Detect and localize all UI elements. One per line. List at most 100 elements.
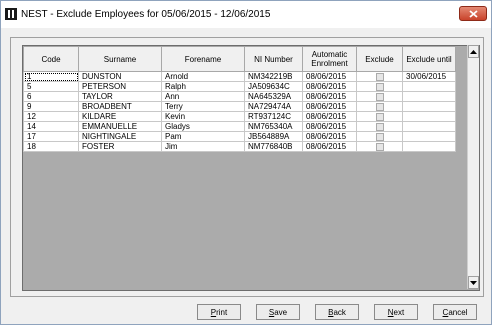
exclude-until-cell[interactable] — [402, 91, 456, 102]
forename-cell[interactable]: Jim — [161, 141, 245, 152]
enrolment-date-cell[interactable]: 08/06/2015 — [302, 111, 357, 122]
ni-number-cell[interactable]: NA645329A — [244, 91, 303, 102]
exclude-checkbox[interactable] — [375, 142, 384, 151]
nest-app-icon — [5, 8, 17, 20]
cancel-button-label: ancel — [448, 307, 468, 317]
exclude-until-cell[interactable] — [402, 81, 456, 92]
ni-number-cell[interactable]: NM342219B — [244, 71, 303, 82]
exclude-until-cell[interactable] — [402, 141, 456, 152]
table-row[interactable]: 5 PETERSON Ralph JA509634C 08/06/2015 — [23, 81, 456, 92]
enrolment-date-cell[interactable]: 08/06/2015 — [302, 101, 357, 112]
code-cell[interactable]: 14 — [23, 121, 79, 132]
column-header-surname[interactable]: Surname — [78, 46, 162, 72]
forename-cell[interactable]: Arnold — [161, 71, 245, 82]
forename-cell[interactable]: Kevin — [161, 111, 245, 122]
exclude-checkbox[interactable] — [375, 102, 384, 111]
exclude-checkbox[interactable] — [375, 72, 384, 81]
code-cell[interactable]: 9 — [23, 101, 79, 112]
table-row[interactable]: 14 EMMANUELLE Gladys NM765340A 08/06/2015 — [23, 121, 456, 132]
exclude-until-cell[interactable] — [402, 131, 456, 142]
exclude-checkbox[interactable] — [375, 122, 384, 131]
window-title: NEST - Exclude Employees for 05/06/2015 … — [21, 9, 271, 20]
ni-number-cell[interactable]: JB564889A — [244, 131, 303, 142]
table-row[interactable]: 6 TAYLOR Ann NA645329A 08/06/2015 — [23, 91, 456, 102]
surname-cell[interactable]: NIGHTINGALE — [78, 131, 162, 142]
enrolment-date-cell[interactable]: 08/06/2015 — [302, 141, 357, 152]
exclude-checkbox[interactable] — [375, 112, 384, 121]
code-cell[interactable]: 6 — [23, 91, 79, 102]
exclude-checkbox-cell[interactable] — [356, 111, 403, 122]
surname-cell[interactable]: KILDARE — [78, 111, 162, 122]
column-header-exclude[interactable]: Exclude — [356, 46, 403, 72]
enrolment-date-cell[interactable]: 08/06/2015 — [302, 131, 357, 142]
surname-cell[interactable]: TAYLOR — [78, 91, 162, 102]
surname-cell[interactable]: DUNSTON — [78, 71, 162, 82]
employee-table: Code Surname Forename NI Number Automati… — [23, 46, 456, 152]
surname-cell[interactable]: BROADBENT — [78, 101, 162, 112]
scroll-up-button[interactable] — [468, 45, 479, 58]
title-bar: NEST - Exclude Employees for 05/06/2015 … — [1, 1, 491, 28]
scroll-down-button[interactable] — [468, 276, 479, 289]
exclude-checkbox-cell[interactable] — [356, 121, 403, 132]
cancel-button[interactable]: Cancel — [433, 304, 477, 320]
next-button[interactable]: Next — [374, 304, 418, 320]
code-cell[interactable]: 12 — [23, 111, 79, 122]
table-row[interactable]: 17 NIGHTINGALE Pam JB564889A 08/06/2015 — [23, 131, 456, 142]
column-header-forename[interactable]: Forename — [161, 46, 245, 72]
exclude-checkbox-cell[interactable] — [356, 81, 403, 92]
exclude-checkbox-cell[interactable] — [356, 71, 403, 82]
forename-cell[interactable]: Terry — [161, 101, 245, 112]
code-cell[interactable]: 18 — [23, 141, 79, 152]
column-header-exclude-until[interactable]: Exclude until — [402, 46, 456, 72]
save-button[interactable]: Save — [256, 304, 300, 320]
print-button[interactable]: Print — [197, 304, 241, 320]
table-row[interactable]: 1 DUNSTON Arnold NM342219B 08/06/2015 30/06/2… — [23, 71, 456, 82]
table-header-row: Code Surname Forename NI Number Automati… — [23, 46, 456, 72]
print-button-label: rint — [216, 307, 228, 317]
exclude-checkbox-cell[interactable] — [356, 141, 403, 152]
forename-cell[interactable]: Pam — [161, 131, 245, 142]
forename-cell[interactable]: Ralph — [161, 81, 245, 92]
ni-number-cell[interactable]: NM765340A — [244, 121, 303, 132]
table-row[interactable]: 18 FOSTER Jim NM776840B 08/06/2015 — [23, 141, 456, 152]
enrolment-date-cell[interactable]: 08/06/2015 — [302, 81, 357, 92]
close-icon — [468, 9, 478, 18]
ni-number-cell[interactable]: NA729474A — [244, 101, 303, 112]
ni-number-cell[interactable]: NM776840B — [244, 141, 303, 152]
surname-cell[interactable]: FOSTER — [78, 141, 162, 152]
exclude-checkbox[interactable] — [375, 132, 384, 141]
forename-cell[interactable]: Gladys — [161, 121, 245, 132]
column-header-automatic-enrolment[interactable]: Automatic Enrolment — [302, 46, 357, 72]
ni-number-cell[interactable]: JA509634C — [244, 81, 303, 92]
ni-number-cell[interactable]: RT937124C — [244, 111, 303, 122]
column-header-code[interactable]: Code — [23, 46, 79, 72]
exclude-checkbox[interactable] — [375, 82, 384, 91]
code-cell[interactable]: 17 — [23, 131, 79, 142]
code-cell[interactable]: 1 — [23, 71, 79, 82]
enrolment-date-cell[interactable]: 08/06/2015 — [302, 71, 357, 82]
exclude-checkbox-cell[interactable] — [356, 131, 403, 142]
employee-grid[interactable]: Code Surname Forename NI Number Automati… — [22, 45, 480, 291]
exclude-until-cell[interactable]: 30/06/2015 — [402, 71, 456, 82]
code-cell[interactable]: 5 — [23, 81, 79, 92]
arrow-up-icon — [470, 49, 477, 54]
exclude-checkbox-cell[interactable] — [356, 101, 403, 112]
exclude-checkbox[interactable] — [375, 92, 384, 101]
surname-cell[interactable]: EMMANUELLE — [78, 121, 162, 132]
forename-cell[interactable]: Ann — [161, 91, 245, 102]
back-button[interactable]: Back — [315, 304, 359, 320]
vertical-scrollbar[interactable] — [467, 45, 479, 289]
next-button-label: ext — [393, 307, 405, 317]
table-row[interactable]: 12 KILDARE Kevin RT937124C 08/06/2015 — [23, 111, 456, 122]
table-row[interactable]: 9 BROADBENT Terry NA729474A 08/06/2015 — [23, 101, 456, 112]
enrolment-date-cell[interactable]: 08/06/2015 — [302, 121, 357, 132]
exclude-until-cell[interactable] — [402, 101, 456, 112]
close-button[interactable] — [459, 6, 487, 21]
exclude-checkbox-cell[interactable] — [356, 91, 403, 102]
enrolment-date-cell[interactable]: 08/06/2015 — [302, 91, 357, 102]
surname-cell[interactable]: PETERSON — [78, 81, 162, 92]
exclude-until-cell[interactable] — [402, 121, 456, 132]
back-button-label: ack — [333, 307, 346, 317]
column-header-ni-number[interactable]: NI Number — [244, 46, 303, 72]
exclude-until-cell[interactable] — [402, 111, 456, 122]
